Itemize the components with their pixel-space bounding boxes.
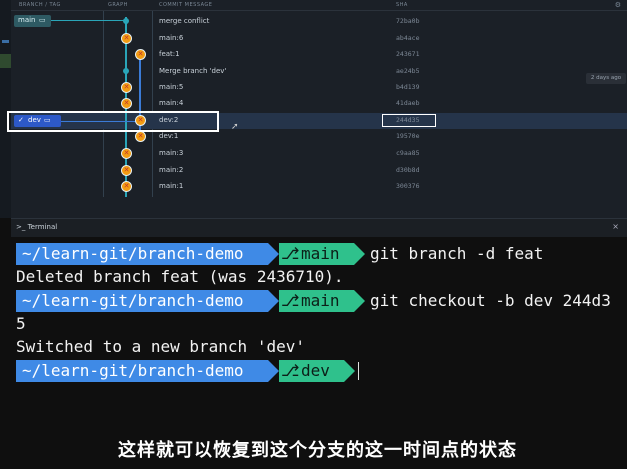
prompt-separator — [268, 360, 279, 382]
output-line: Deleted branch feat (was 2436710). — [16, 267, 344, 286]
commit-row[interactable]: feat:1 243671 — [0, 50, 627, 67]
commit-row[interactable]: main:3 c9aa85 — [0, 149, 627, 166]
commit-sha: b4d139 — [396, 83, 420, 91]
mouse-cursor-icon: ➚ — [231, 122, 239, 132]
commit-message: merge conflict — [159, 17, 210, 25]
annotation-sha-box — [382, 114, 436, 127]
prompt-branch-name: dev — [301, 361, 330, 380]
prompt-separator — [354, 243, 365, 265]
commit-row[interactable]: Merge branch 'dev' ae24b5 — [0, 67, 627, 84]
prompt-separator — [268, 243, 279, 265]
prompt-separator — [268, 290, 279, 312]
prompt-branch-name: main — [301, 244, 340, 263]
git-branch-icon: ⎇ — [281, 244, 300, 263]
commit-message: dev:1 — [159, 132, 179, 140]
prompt-branch-name: main — [301, 291, 340, 310]
terminal-panel[interactable]: >_ Terminal × ~/learn-git/branch-demo ⎇ … — [0, 218, 627, 469]
header-commit-message[interactable]: COMMIT MESSAGE — [159, 2, 212, 8]
git-branch-icon: ⎇ — [281, 361, 300, 380]
commit-row[interactable]: main:2 d30b8d — [0, 166, 627, 183]
commit-sha: 72ba0b — [396, 17, 420, 25]
terminal-title: >_ Terminal — [16, 223, 58, 231]
prompt-git-segment: ⎇ main — [279, 290, 354, 312]
annotation-highlight-box — [7, 111, 219, 132]
header-branch-tag[interactable]: BRANCH / TAG — [19, 2, 61, 8]
commit-message: main:2 — [159, 166, 184, 174]
prompt-path: ~/learn-git/branch-demo — [16, 243, 268, 265]
commit-row[interactable]: main:1 300376 — [0, 182, 627, 199]
commit-message: main:4 — [159, 99, 184, 107]
video-subtitle: 这样就可以恢复到这个分支的这一时间点的状态 — [118, 440, 517, 461]
commit-sha: ae24b5 — [396, 67, 420, 75]
commit-sha: 41daeb — [396, 99, 420, 107]
commit-message: main:5 — [159, 83, 184, 91]
commit-row[interactable]: dev:1 19570e — [0, 132, 627, 149]
commit-row[interactable]: main:6 ab4ace — [0, 34, 627, 51]
header-sha[interactable]: SHA — [396, 2, 408, 8]
commit-sha: 243671 — [396, 50, 420, 58]
command-text: git checkout -b dev 244d3 — [370, 291, 611, 310]
prompt-git-segment: ⎇ main — [279, 243, 354, 265]
output-line: Switched to a new branch 'dev' — [16, 337, 305, 356]
commit-sha: d30b8d — [396, 166, 420, 174]
terminal-cursor — [358, 362, 359, 380]
prompt-git-segment: ⎇ dev — [279, 360, 344, 382]
commit-message: Merge branch 'dev' — [159, 67, 227, 75]
commit-message: main:6 — [159, 34, 184, 42]
prompt-separator — [354, 290, 365, 312]
commit-sha: 300376 — [396, 182, 420, 190]
commit-sha: 19570e — [396, 132, 420, 140]
commit-message: main:3 — [159, 149, 184, 157]
output-line: 5 — [16, 314, 26, 333]
terminal-title-bar: >_ Terminal × — [11, 218, 627, 237]
relative-time-tooltip: 2 days ago — [586, 73, 626, 84]
command-text: git branch -d feat — [370, 244, 544, 263]
commit-sha: c9aa85 — [396, 149, 420, 157]
commit-message: feat:1 — [159, 50, 180, 58]
commit-row[interactable]: merge conflict 72ba0b — [0, 17, 627, 34]
prompt-path: ~/learn-git/branch-demo — [16, 290, 268, 312]
header-graph[interactable]: GRAPH — [108, 2, 128, 8]
commit-message: main:1 — [159, 182, 184, 190]
commit-sha: ab4ace — [396, 34, 420, 42]
settings-gear-icon[interactable]: ⚙ — [615, 1, 621, 9]
git-branch-icon: ⎇ — [281, 291, 300, 310]
git-graph-panel: BRANCH / TAG GRAPH COMMIT MESSAGE SHA ⚙ … — [0, 0, 627, 218]
prompt-separator — [344, 360, 355, 382]
prompt-path: ~/learn-git/branch-demo — [16, 360, 268, 382]
commit-row[interactable]: main:5 b4d139 — [0, 83, 627, 100]
close-icon[interactable]: × — [612, 222, 619, 231]
